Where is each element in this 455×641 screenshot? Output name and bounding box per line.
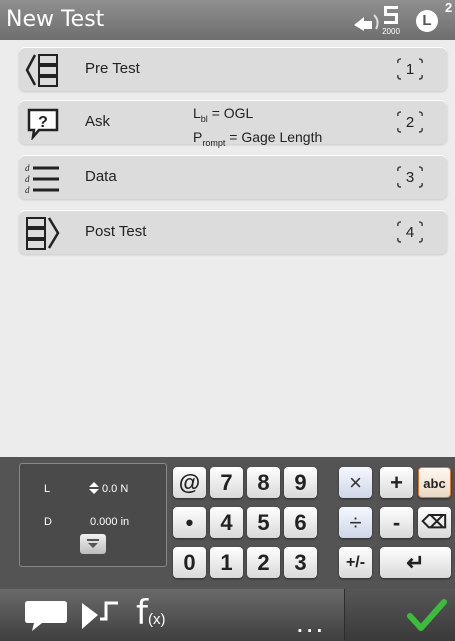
key-minus[interactable]: -	[380, 507, 413, 538]
key-6[interactable]: 6	[284, 507, 317, 538]
step-condition-icon[interactable]	[80, 597, 124, 633]
step-number: 1	[405, 61, 415, 78]
filter-icon	[87, 539, 99, 548]
confirm-button[interactable]	[344, 589, 455, 641]
step-number-badge: 4	[395, 218, 425, 246]
title-bar: New Test 2000 L 2	[0, 0, 455, 40]
key-7[interactable]: 7	[210, 467, 243, 498]
key-divide[interactable]: ÷	[339, 507, 372, 538]
test-steps-panel: Pre Test 1 ? Ask Lbl = OGL Prompt = Gage…	[0, 40, 455, 457]
svg-text:d: d	[25, 174, 30, 184]
speed-value: 2000	[382, 27, 400, 36]
svg-text:?: ?	[38, 114, 48, 131]
step-number: 3	[405, 169, 415, 186]
live-readout: L 0.0 N D 0.000 in	[19, 463, 167, 567]
ask-line-2: Prompt = Gage Length	[193, 128, 323, 148]
key-decimal[interactable]: •	[173, 507, 206, 538]
key-9[interactable]: 9	[284, 467, 317, 498]
step-number: 4	[405, 224, 415, 241]
ask-line-1: Lbl = OGL	[193, 105, 254, 124]
ask-parameters: Lbl = OGL Prompt = Gage Length	[193, 104, 322, 152]
step-number-badge: 1	[395, 55, 425, 83]
bottom-toolbar: f(x) ...	[0, 589, 455, 641]
more-options-button[interactable]: ...	[296, 607, 325, 639]
function-arg: (x)	[147, 611, 166, 628]
page-title: New Test	[6, 7, 105, 32]
key-plus[interactable]: +	[380, 467, 413, 498]
function-button[interactable]: f(x)	[136, 593, 165, 633]
key-5[interactable]: 5	[247, 507, 280, 538]
key-3[interactable]: 3	[284, 547, 317, 578]
key-backspace[interactable]: ⌫	[418, 507, 451, 538]
key-1[interactable]: 1	[210, 547, 243, 578]
speed-icon	[384, 6, 398, 24]
pre-test-icon	[25, 54, 58, 87]
step-row-ask[interactable]: ? Ask Lbl = OGL Prompt = Gage Length 2	[19, 100, 447, 148]
step-row-data[interactable]: d d d Data 3	[19, 155, 447, 199]
step-number-badge: 3	[395, 163, 425, 191]
displacement-label: D	[44, 516, 52, 528]
speed-indicator[interactable]: 2000	[376, 4, 406, 38]
step-label: Post Test	[85, 223, 147, 240]
comment-icon[interactable]	[24, 598, 68, 634]
readout-filter-button[interactable]	[80, 534, 106, 554]
checkmark-icon	[407, 599, 447, 631]
key-enter[interactable]: ↵	[380, 547, 451, 578]
up-down-arrow-icon	[89, 482, 99, 494]
post-test-icon	[26, 217, 60, 250]
key-8[interactable]: 8	[247, 467, 280, 498]
step-number: 2	[405, 114, 415, 131]
step-label: Ask	[85, 113, 111, 130]
key-abc[interactable]: abc	[418, 467, 451, 498]
key-at[interactable]: @	[173, 467, 206, 498]
svg-text:d: d	[25, 185, 30, 195]
displacement-value: 0.000 in	[90, 516, 130, 528]
step-label: Pre Test	[85, 60, 140, 77]
load-value: 0.0 N	[102, 483, 129, 495]
question-bubble-icon: ?	[27, 108, 59, 140]
step-row-pre-test[interactable]: Pre Test 1	[19, 47, 447, 91]
step-number-badge: 2	[395, 108, 425, 136]
input-panel: L 0.0 N D 0.000 in @ 7 8 9 × + abc • 4 5…	[0, 457, 455, 589]
step-row-post-test[interactable]: Post Test 4	[19, 210, 447, 254]
key-multiply[interactable]: ×	[339, 467, 372, 498]
key-4[interactable]: 4	[210, 507, 243, 538]
function-label: f	[136, 593, 148, 633]
load-label: L	[44, 483, 51, 495]
limit-badge[interactable]: L	[416, 10, 438, 32]
key-2[interactable]: 2	[247, 547, 280, 578]
step-label: Data	[85, 168, 117, 185]
limit-badge-letter: L	[422, 12, 432, 29]
key-0[interactable]: 0	[173, 547, 206, 578]
svg-text:d: d	[25, 163, 30, 173]
data-list-icon: d d d	[25, 163, 59, 195]
limit-badge-count: 2	[445, 0, 453, 15]
key-plus-minus[interactable]: +/-	[339, 547, 372, 578]
